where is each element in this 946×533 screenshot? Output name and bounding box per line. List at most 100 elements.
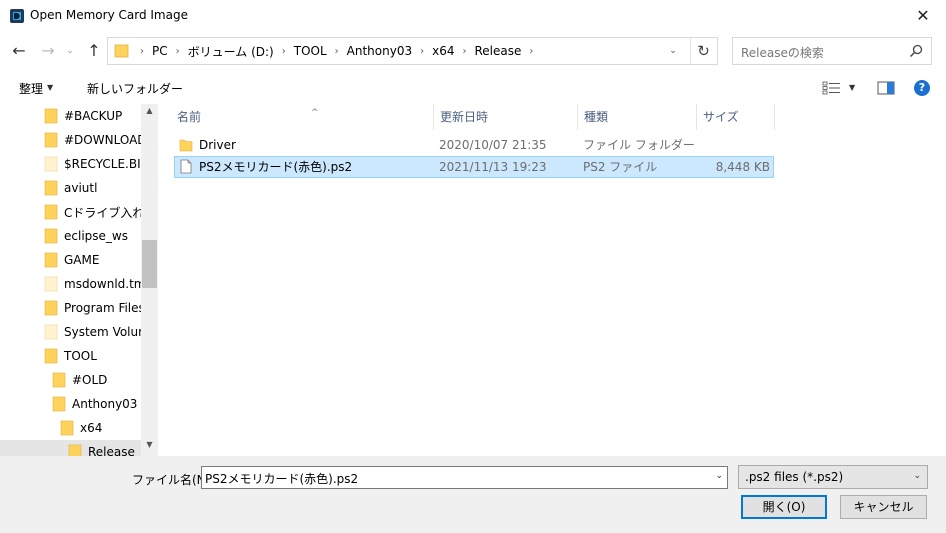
breadcrumb-volume[interactable]: ボリューム (D:) bbox=[188, 43, 274, 60]
file-type: ファイル フォルダー bbox=[583, 138, 695, 152]
folder-icon bbox=[52, 396, 66, 412]
sidebar-item-download[interactable]: #DOWNLOAD bbox=[44, 128, 147, 152]
navigation-pane[interactable]: #BACKUP #DOWNLOAD $RECYCLE.BIN aviutl Cド… bbox=[0, 104, 158, 456]
file-list[interactable]: 名前 ^ 更新日時 種類 サイズ Driver 2020/10/07 21:35… bbox=[158, 104, 946, 456]
table-row[interactable]: Driver 2020/10/07 21:35 ファイル フォルダー bbox=[174, 135, 774, 157]
sidebar-item-label: msdownld.tmp bbox=[64, 277, 154, 291]
refresh-button[interactable]: ↻ bbox=[690, 38, 716, 64]
chevron-right-icon[interactable]: › bbox=[420, 46, 424, 57]
filename-field[interactable]: PS2メモリカード(赤色).ps2 ⌄ bbox=[201, 466, 728, 489]
filetype-value: .ps2 files (*.ps2) bbox=[745, 470, 844, 484]
open-button[interactable]: 開く(O) bbox=[741, 495, 827, 519]
file-name: PS2メモリカード(赤色).ps2 bbox=[199, 160, 353, 174]
up-button[interactable]: ↑ bbox=[83, 40, 105, 62]
sidebar-item-label: aviutl bbox=[64, 181, 98, 195]
search-input[interactable]: Releaseの検索 bbox=[732, 37, 932, 65]
sidebar-item-release[interactable]: Release bbox=[0, 440, 141, 456]
column-header-date[interactable]: 更新日時 bbox=[434, 104, 578, 130]
breadcrumb-release[interactable]: Release bbox=[474, 44, 521, 58]
folder-icon bbox=[60, 420, 74, 436]
sidebar-item-c-drive[interactable]: Cドライブ入れ替え bbox=[44, 200, 158, 224]
chevron-down-icon[interactable]: ⌄ bbox=[715, 471, 723, 481]
folder-icon bbox=[68, 444, 82, 456]
new-folder-button[interactable]: 新しいフォルダー bbox=[87, 80, 183, 97]
scroll-down-icon[interactable]: ▼ bbox=[141, 440, 158, 454]
address-history-dropdown[interactable]: ⌄ bbox=[661, 38, 685, 64]
table-row[interactable]: PS2メモリカード(赤色).ps2 2021/11/13 19:23 PS2 フ… bbox=[174, 156, 774, 178]
sidebar-item-label: #BACKUP bbox=[64, 109, 123, 123]
window-title: Open Memory Card Image bbox=[30, 8, 188, 22]
sidebar-item-program-files[interactable]: Program Files bbox=[44, 296, 145, 320]
file-date: 2020/10/07 21:35 bbox=[439, 138, 547, 152]
scroll-up-icon[interactable]: ▲ bbox=[141, 106, 158, 120]
sidebar-item-tool[interactable]: TOOL bbox=[44, 344, 141, 368]
file-icon bbox=[180, 159, 192, 174]
back-button[interactable]: ← bbox=[8, 40, 30, 62]
folder-icon bbox=[52, 372, 66, 388]
folder-icon bbox=[44, 180, 58, 196]
chevron-right-icon[interactable]: › bbox=[335, 46, 339, 57]
breadcrumb-x64[interactable]: x64 bbox=[432, 44, 454, 58]
navigation-scrollbar[interactable]: ▲ ▼ bbox=[141, 104, 158, 456]
sidebar-item-old[interactable]: #OLD bbox=[52, 368, 141, 392]
folder-icon bbox=[44, 156, 58, 172]
recent-locations-button[interactable]: ⌄ bbox=[63, 40, 77, 62]
chevron-right-icon[interactable]: › bbox=[529, 46, 533, 57]
sidebar-item-recycle-bin[interactable]: $RECYCLE.BIN bbox=[44, 152, 150, 176]
sidebar-item-eclipse-ws[interactable]: eclipse_ws bbox=[44, 224, 141, 248]
chevron-right-icon[interactable]: › bbox=[176, 46, 180, 57]
cancel-button[interactable]: キャンセル bbox=[840, 495, 927, 519]
preview-pane-icon[interactable] bbox=[877, 81, 895, 95]
file-date: 2021/11/13 19:23 bbox=[439, 160, 547, 174]
chevron-right-icon[interactable]: › bbox=[462, 46, 466, 57]
column-header-label: サイズ bbox=[703, 110, 739, 124]
search-icon[interactable] bbox=[908, 43, 924, 59]
close-button[interactable]: ✕ bbox=[900, 0, 946, 31]
file-size: 8,448 KB bbox=[715, 160, 770, 174]
sidebar-item-system-volume[interactable]: System Volume bbox=[44, 320, 157, 344]
app-icon bbox=[10, 9, 24, 23]
sidebar-item-label: Program Files bbox=[64, 301, 145, 315]
sidebar-item-label: Release bbox=[88, 445, 135, 456]
folder-icon bbox=[44, 348, 58, 364]
sidebar-item-label: $RECYCLE.BIN bbox=[64, 157, 150, 171]
breadcrumb-pc[interactable]: PC bbox=[152, 44, 168, 58]
column-header-size[interactable]: サイズ bbox=[697, 104, 775, 130]
sidebar-item-aviutl[interactable]: aviutl bbox=[44, 176, 141, 200]
help-icon[interactable]: ? bbox=[914, 80, 930, 96]
column-header-name[interactable]: 名前 ^ bbox=[171, 104, 434, 130]
sidebar-item-label: x64 bbox=[80, 421, 103, 435]
organize-button[interactable]: 整理 bbox=[19, 80, 43, 97]
column-header-type[interactable]: 種類 bbox=[578, 104, 697, 130]
sort-ascending-icon: ^ bbox=[311, 108, 319, 118]
chevron-right-icon[interactable]: › bbox=[282, 46, 286, 57]
folder-icon bbox=[44, 228, 58, 244]
sidebar-item-x64[interactable]: x64 bbox=[60, 416, 141, 440]
filename-value: PS2メモリカード(赤色).ps2 bbox=[205, 472, 359, 486]
folder-icon bbox=[44, 252, 58, 268]
address-bar[interactable]: › PC › ボリューム (D:) › TOOL › Anthony03 › x… bbox=[107, 37, 718, 65]
breadcrumb-anthony03[interactable]: Anthony03 bbox=[347, 44, 412, 58]
view-options-icon[interactable] bbox=[822, 81, 842, 95]
sidebar-item-msdownld[interactable]: msdownld.tmp bbox=[44, 272, 153, 296]
forward-button[interactable]: → bbox=[37, 40, 59, 62]
column-header-label: 名前 bbox=[177, 110, 202, 124]
sidebar-item-game[interactable]: GAME bbox=[44, 248, 141, 272]
filetype-select[interactable]: .ps2 files (*.ps2) ⌄ bbox=[738, 465, 928, 489]
chevron-down-icon[interactable]: ⌄ bbox=[913, 471, 921, 481]
caret-down-icon[interactable]: ▼ bbox=[849, 83, 855, 92]
breadcrumb-tool[interactable]: TOOL bbox=[294, 44, 327, 58]
scrollbar-thumb[interactable] bbox=[142, 240, 157, 288]
sidebar-item-anthony03[interactable]: Anthony03 bbox=[52, 392, 141, 416]
chevron-right-icon: › bbox=[140, 45, 144, 57]
file-name: Driver bbox=[199, 138, 236, 152]
folder-icon bbox=[44, 132, 58, 148]
sidebar-item-backup[interactable]: #BACKUP bbox=[44, 104, 141, 128]
search-placeholder: Releaseの検索 bbox=[741, 46, 824, 60]
folder-icon bbox=[44, 204, 58, 220]
sidebar-item-label: Anthony03 bbox=[72, 397, 138, 411]
breadcrumb: › PC › ボリューム (D:) › TOOL › Anthony03 › x… bbox=[132, 38, 541, 64]
folder-icon bbox=[44, 324, 58, 340]
caret-down-icon[interactable]: ▼ bbox=[47, 83, 53, 92]
column-header-label: 種類 bbox=[584, 110, 609, 124]
